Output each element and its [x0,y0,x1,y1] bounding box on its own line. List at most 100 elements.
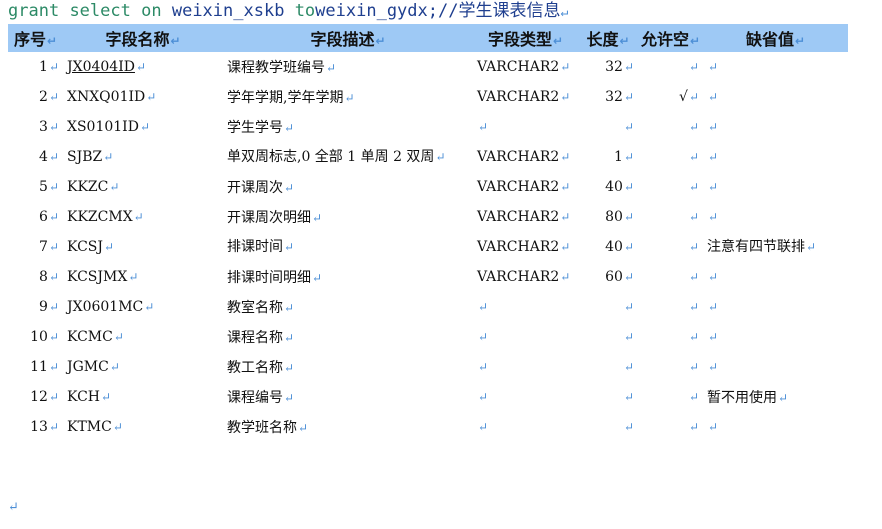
table-row: 10↵ KCMC↵ 课程名称↵ ↵ ↵ ↵ ↵ [8,322,848,352]
cell-nullable: ↵ [638,142,703,172]
cell-end-mark-icon: ↵ [688,180,699,194]
cell-end-mark-icon: ↵ [688,390,699,404]
cell-type: VARCHAR2↵ [477,89,571,105]
cell-end-mark-icon: ↵ [284,331,295,345]
cell-name: KCSJ↵ [67,239,115,255]
table-row: 4↵ SJBZ↵ 单双周标志,0 全部 1 单周 2 双周↵ VARCHAR2↵ 1↵ ↵… [8,142,848,172]
cell-end-mark-icon: ↵ [103,150,114,164]
cell-len: ↵ [578,322,638,352]
sql-comment: //学生课表信息 [438,1,561,21]
cell-type: VARCHAR2↵ [477,179,571,195]
cell-end-mark-icon: ↵ [478,420,489,434]
cell-end-mark-icon: ↵ [312,271,323,285]
cell-nullable: ↵ [638,202,703,232]
cell-end-mark-icon: ↵ [708,300,719,314]
cell-type: ↵ [473,412,578,442]
cell-no: 2↵ [39,89,59,105]
table-row: 7↵ KCSJ↵ 排课时间↵ VARCHAR2↵ 40↵ ↵ 注意有四节联排↵ [8,232,848,262]
cell-default: ↵ [703,202,848,232]
cell-desc: 学年学期,学年学期↵ [227,90,355,106]
cell-name: SJBZ↵ [67,149,114,165]
cell-desc: 排课时间明细↵ [227,270,323,286]
cell-end-mark-icon: ↵ [623,210,634,224]
cell-nullable: ↵ [638,382,703,412]
header-cell: 字段类型↵ [473,24,578,52]
cell-default: 注意有四节联排↵ [707,239,817,255]
cell-end-mark-icon: ↵ [326,61,337,75]
sql-grant-statement: grant select on weixin_xskb toweixin_gyd… [8,0,568,22]
cell-default: ↵ [703,352,848,382]
cell-end-mark-icon: ↵ [128,270,139,284]
cell-end-mark-icon: ↵ [284,391,295,405]
cell-end-mark-icon: ↵ [560,90,571,104]
cell-desc: 教学班名称↵ [227,420,309,436]
cell-no: 6↵ [39,209,59,225]
cell-no: 4↵ [39,149,59,165]
cell-end-mark-icon: ↵ [623,150,634,164]
cell-end-mark-icon: ↵ [688,90,699,104]
cell-end-mark-icon: ↵ [560,270,571,284]
cell-end-mark-icon: ↵ [708,210,719,224]
cell-end-mark-icon: ↵ [48,180,59,194]
cell-end-mark-icon: ↵ [48,300,59,314]
cell-end-mark-icon: ↵ [478,330,489,344]
cell-end-mark-icon: ↵ [623,90,634,104]
cell-no: 11↵ [30,359,59,375]
cell-end-mark-icon: ↵ [104,240,115,254]
cell-end-mark-icon: ↵ [708,180,719,194]
table-row: 9↵ JX0601MC↵ 教室名称↵ ↵ ↵ ↵ ↵ [8,292,848,322]
cell-no: 12↵ [30,389,59,405]
cell-len: 40↵ [605,179,634,195]
cell-name: JX0404ID↵ [67,59,147,75]
cell-default: ↵ [703,142,848,172]
cell-end-mark-icon: ↵ [133,210,144,224]
cell-len: ↵ [578,412,638,442]
table-row: 13↵ KTMC↵ 教学班名称↵ ↵ ↵ ↵ ↵ [8,412,848,442]
cell-end-mark-icon: ↵ [623,270,634,284]
header-cell: 字段描述↵ [223,24,473,52]
cell-end-mark-icon: ↵ [312,211,323,225]
cell-end-mark-icon: ↵ [688,150,699,164]
cell-no: 9↵ [39,299,59,315]
cell-end-mark-icon: ↵ [48,330,59,344]
cell-nullable: ↵ [638,172,703,202]
paragraph-mark-icon: ↵ [8,500,19,515]
cell-end-mark-icon: ↵ [623,390,634,404]
cell-no: 1↵ [39,59,59,75]
cell-end-mark-icon: ↵ [284,361,295,375]
cell-end-mark-icon: ↵ [623,330,634,344]
cell-type: ↵ [473,382,578,412]
cell-end-mark-icon: ↵ [708,150,719,164]
cell-end-mark-icon: ↵ [623,60,634,74]
cell-end-mark-icon: ↵ [109,360,120,374]
header-cell: 长度↵ [578,24,638,52]
cell-end-mark-icon: ↵ [48,240,59,254]
cell-end-mark-icon: ↵ [688,60,699,74]
cell-len: ↵ [578,112,638,142]
table-row: 12↵ KCH↵ 课程编号↵ ↵ ↵ ↵ 暂不用使用↵ [8,382,848,412]
header-cell: 序号↵ [8,24,63,52]
cell-end-mark-icon: ↵ [48,150,59,164]
cell-default: ↵ [703,52,848,82]
sql-keyword-select: select [69,1,131,21]
cell-nullable: ↵ [638,262,703,292]
cell-len: 80↵ [605,209,634,225]
sql-object-name: weixin_xskb [171,1,285,21]
cell-end-mark-icon: ↵ [113,330,124,344]
table-row: 2↵ XNXQ01ID↵ 学年学期,学年学期↵ VARCHAR2↵ 32↵ √↵ ↵ [8,82,848,112]
cell-end-mark-icon: ↵ [688,360,699,374]
cell-end-mark-icon: ↵ [135,60,147,74]
cell-desc: 单双周标志,0 全部 1 单周 2 双周↵ [227,149,446,165]
cell-name: XNXQ01ID↵ [67,89,157,105]
cell-default: ↵ [703,82,848,112]
cell-end-mark-icon: ↵ [478,120,489,134]
cell-end-mark-icon: ↵ [708,360,719,374]
cell-no: 7↵ [39,239,59,255]
cell-type: VARCHAR2↵ [477,59,571,75]
cell-end-mark-icon: ↵ [560,240,571,254]
cell-end-mark-icon: ↵ [708,60,719,74]
cell-end-mark-icon: ↵ [435,150,446,164]
header-cell: 缺省值↵ [703,24,848,52]
cell-end-mark-icon: ↵ [708,120,719,134]
table-row: 11↵ JGMC↵ 教工名称↵ ↵ ↵ ↵ ↵ [8,352,848,382]
